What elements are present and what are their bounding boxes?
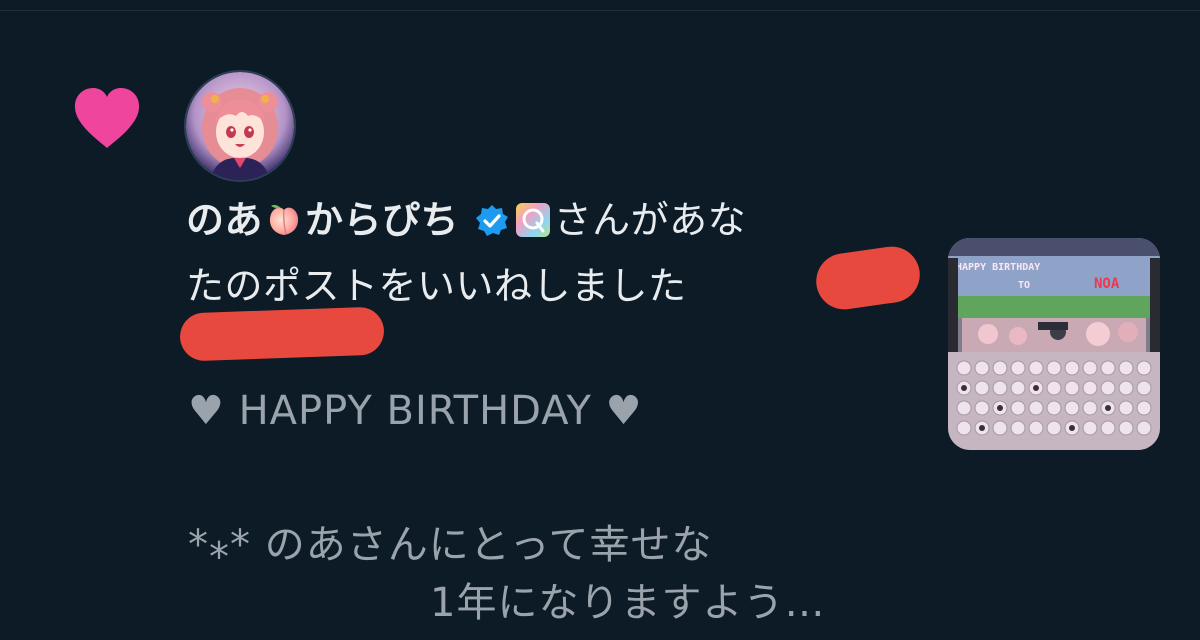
verified-badge-icon — [474, 196, 510, 256]
heart-icon — [72, 86, 142, 150]
message-part1: さんがあな — [553, 198, 747, 242]
post-text-line: ♥ HAPPY BIRTHDAY ♥ — [188, 388, 643, 434]
banner-text: TO — [1018, 280, 1030, 291]
post-thumbnail[interactable]: HAPPY BIRTHDAY TO NOA — [948, 238, 1160, 450]
banner-text: HAPPY BIRTHDAY — [956, 262, 1040, 273]
redaction-mark — [179, 306, 385, 362]
notification-text: のあ からぴち さんがあな たのポストをいいねしました — [186, 190, 926, 316]
avatar[interactable] — [186, 72, 294, 180]
message-part2: たのポストをいいねしました — [186, 264, 687, 308]
notification-item[interactable]: のあ からぴち さんがあな たのポストをいいねしました HAPPY BIRTHD… — [0, 0, 1200, 640]
post-text-line: 1年になりますよう… — [430, 580, 826, 626]
post-text-line: *⁎* のあさんにとって幸せな — [188, 522, 713, 568]
banner-text: NOA — [1094, 276, 1120, 292]
peach-emoji-icon — [265, 195, 303, 235]
user-name-suffix[interactable]: からぴち — [305, 198, 459, 242]
divider — [0, 10, 1200, 11]
affiliate-badge-icon — [514, 196, 552, 256]
user-name[interactable]: のあ — [186, 198, 263, 242]
